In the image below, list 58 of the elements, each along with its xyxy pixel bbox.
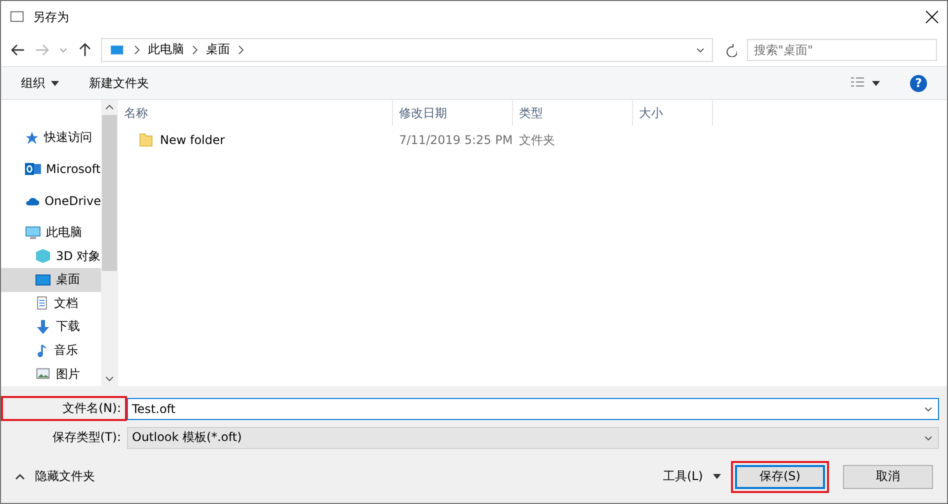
chevron-right-icon <box>192 44 198 54</box>
sidebar-item[interactable]: OneDrive <box>1 189 101 213</box>
mail-app-icon <box>25 161 41 178</box>
new-folder-button[interactable]: 新建文件夹 <box>89 74 149 92</box>
window-title: 另存为 <box>33 8 70 26</box>
filetype-dropdown[interactable]: Outlook 模板(*.oft) <box>127 426 939 448</box>
star-icon <box>25 130 39 145</box>
column-header[interactable]: 修改日期 <box>393 100 513 126</box>
close-icon[interactable] <box>925 10 939 24</box>
filename-field[interactable]: Test.oft <box>127 398 939 420</box>
column-header[interactable]: 名称 <box>118 100 393 126</box>
breadcrumb-item[interactable]: 桌面 <box>206 41 230 58</box>
up-arrow-icon[interactable] <box>79 42 91 56</box>
caret-icon <box>51 80 59 86</box>
breadcrumb-item[interactable]: 此电脑 <box>148 41 184 58</box>
sidebar-item[interactable]: 快速访问 <box>1 126 101 150</box>
folder-icon <box>138 132 154 148</box>
save-button[interactable]: 保存(S) <box>735 464 825 488</box>
picture-icon <box>35 367 51 382</box>
chevron-up-icon[interactable] <box>15 473 25 480</box>
window-icon <box>9 10 25 24</box>
sidebar-item[interactable]: 音乐 <box>1 338 101 362</box>
column-header[interactable]: 大小 <box>633 100 713 126</box>
file-row[interactable]: New folder 7/11/2019 5:25 PM 文件夹 <box>118 126 947 154</box>
down-arrow-icon <box>35 318 51 335</box>
field-label: 保存类型(T): <box>51 429 122 446</box>
sidebar-item[interactable]: 3D 对象 <box>1 244 101 268</box>
monitor-icon <box>108 42 126 56</box>
monitor-icon <box>35 272 51 288</box>
table-cell: 7/11/2019 5:25 PM <box>399 133 513 147</box>
dropdown-caret-icon[interactable] <box>713 474 721 479</box>
document-icon <box>35 295 49 312</box>
table-cell: 文件夹 <box>519 132 555 148</box>
address-bar[interactable]: 此电脑 桌面 <box>101 38 713 62</box>
search-field[interactable]: 搜索"桌面" <box>747 38 937 60</box>
column-header[interactable]: 类型 <box>513 100 633 126</box>
chevron-right-icon <box>134 44 140 54</box>
cube-icon <box>35 248 51 264</box>
organize-button[interactable]: 组织 <box>21 74 59 92</box>
sidebar-item[interactable]: 下载 <box>1 315 101 339</box>
sidebar-item[interactable]: 文档 <box>1 292 101 316</box>
sidebar-item[interactable]: Microsoft <box>1 158 101 182</box>
view-options-icon[interactable] <box>850 77 880 89</box>
back-arrow-icon[interactable] <box>11 44 25 56</box>
music-note-icon <box>35 342 49 359</box>
field-label: 文件名(N): <box>1 396 127 421</box>
scroll-up-icon[interactable] <box>105 104 114 110</box>
computer-icon <box>25 224 41 241</box>
sidebar-item[interactable]: 此电脑 <box>1 220 101 244</box>
cancel-button[interactable]: 取消 <box>843 464 933 488</box>
scrollbar[interactable] <box>101 100 118 386</box>
sidebar-item[interactable]: 桌面 <box>1 268 101 292</box>
table-cell: New folder <box>160 133 225 147</box>
chevron-right-icon <box>238 44 244 54</box>
help-button[interactable]: ? <box>910 74 927 92</box>
sidebar-item[interactable]: 图片 <box>1 362 101 386</box>
scroll-down-icon[interactable] <box>105 376 114 382</box>
tools-menu: 工具(L) <box>662 468 703 485</box>
